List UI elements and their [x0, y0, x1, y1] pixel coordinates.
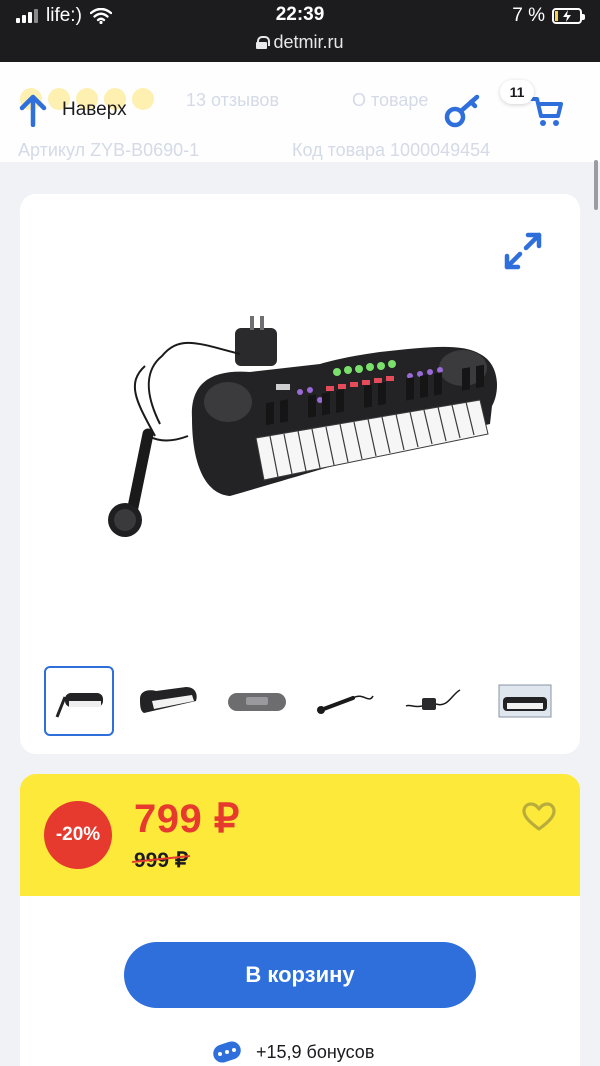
address-bar[interactable]: detmir.ru [0, 32, 600, 53]
lock-icon [256, 36, 271, 49]
key-icon[interactable] [444, 94, 482, 128]
battery-percent: 7 % [512, 5, 545, 26]
status-bar: life:) 22:39 detmir.ru 7 % [0, 0, 600, 62]
bonus-label: +15,9 бонусов [256, 1041, 375, 1062]
address-url: detmir.ru [273, 32, 344, 52]
reviews-link[interactable]: 13 отзывов [186, 90, 279, 111]
discount-badge: -20% [44, 801, 112, 869]
status-right: 7 % [512, 5, 585, 27]
thumbnail-6[interactable] [489, 666, 559, 736]
back-to-top-label: Наверх [62, 99, 127, 120]
expand-icon[interactable] [502, 230, 544, 272]
bonus-info: +15,9 бонусов [210, 1040, 374, 1064]
about-link[interactable]: О товаре [352, 90, 428, 111]
product-code: Код товара 1000049454 [292, 140, 491, 160]
cart-button[interactable]: 11 [500, 80, 570, 136]
battery-icon [552, 8, 585, 24]
thumbnail-5[interactable] [400, 666, 470, 736]
buy-panel: В корзину +15,9 бонусов [20, 896, 580, 1066]
add-to-cart-button[interactable]: В корзину [124, 942, 476, 1008]
thumbnail-3[interactable] [222, 666, 292, 736]
current-price: 799 ₽ [134, 797, 240, 841]
cart-icon [530, 97, 563, 126]
back-to-top-button[interactable]: Наверх [18, 92, 158, 128]
product-gallery [20, 194, 580, 754]
product-main-image[interactable] [80, 314, 520, 554]
price-panel: -20% 799 ₽ 999 ₽ [20, 774, 580, 896]
thumbnail-strip [44, 666, 580, 738]
article-number: Артикул ZYB-B0690-1 [18, 140, 200, 160]
bonus-chip-icon [213, 1041, 241, 1063]
cart-count-badge: 11 [500, 80, 534, 104]
thumbnail-1[interactable] [44, 666, 114, 736]
arrow-up-icon [19, 94, 47, 127]
scrollbar[interactable] [594, 160, 598, 210]
thumbnail-4[interactable] [311, 666, 381, 736]
heart-icon[interactable] [522, 802, 556, 832]
thumbnail-2[interactable] [133, 666, 203, 736]
clock: 22:39 [275, 4, 325, 25]
old-price: 999 ₽ [134, 849, 189, 872]
